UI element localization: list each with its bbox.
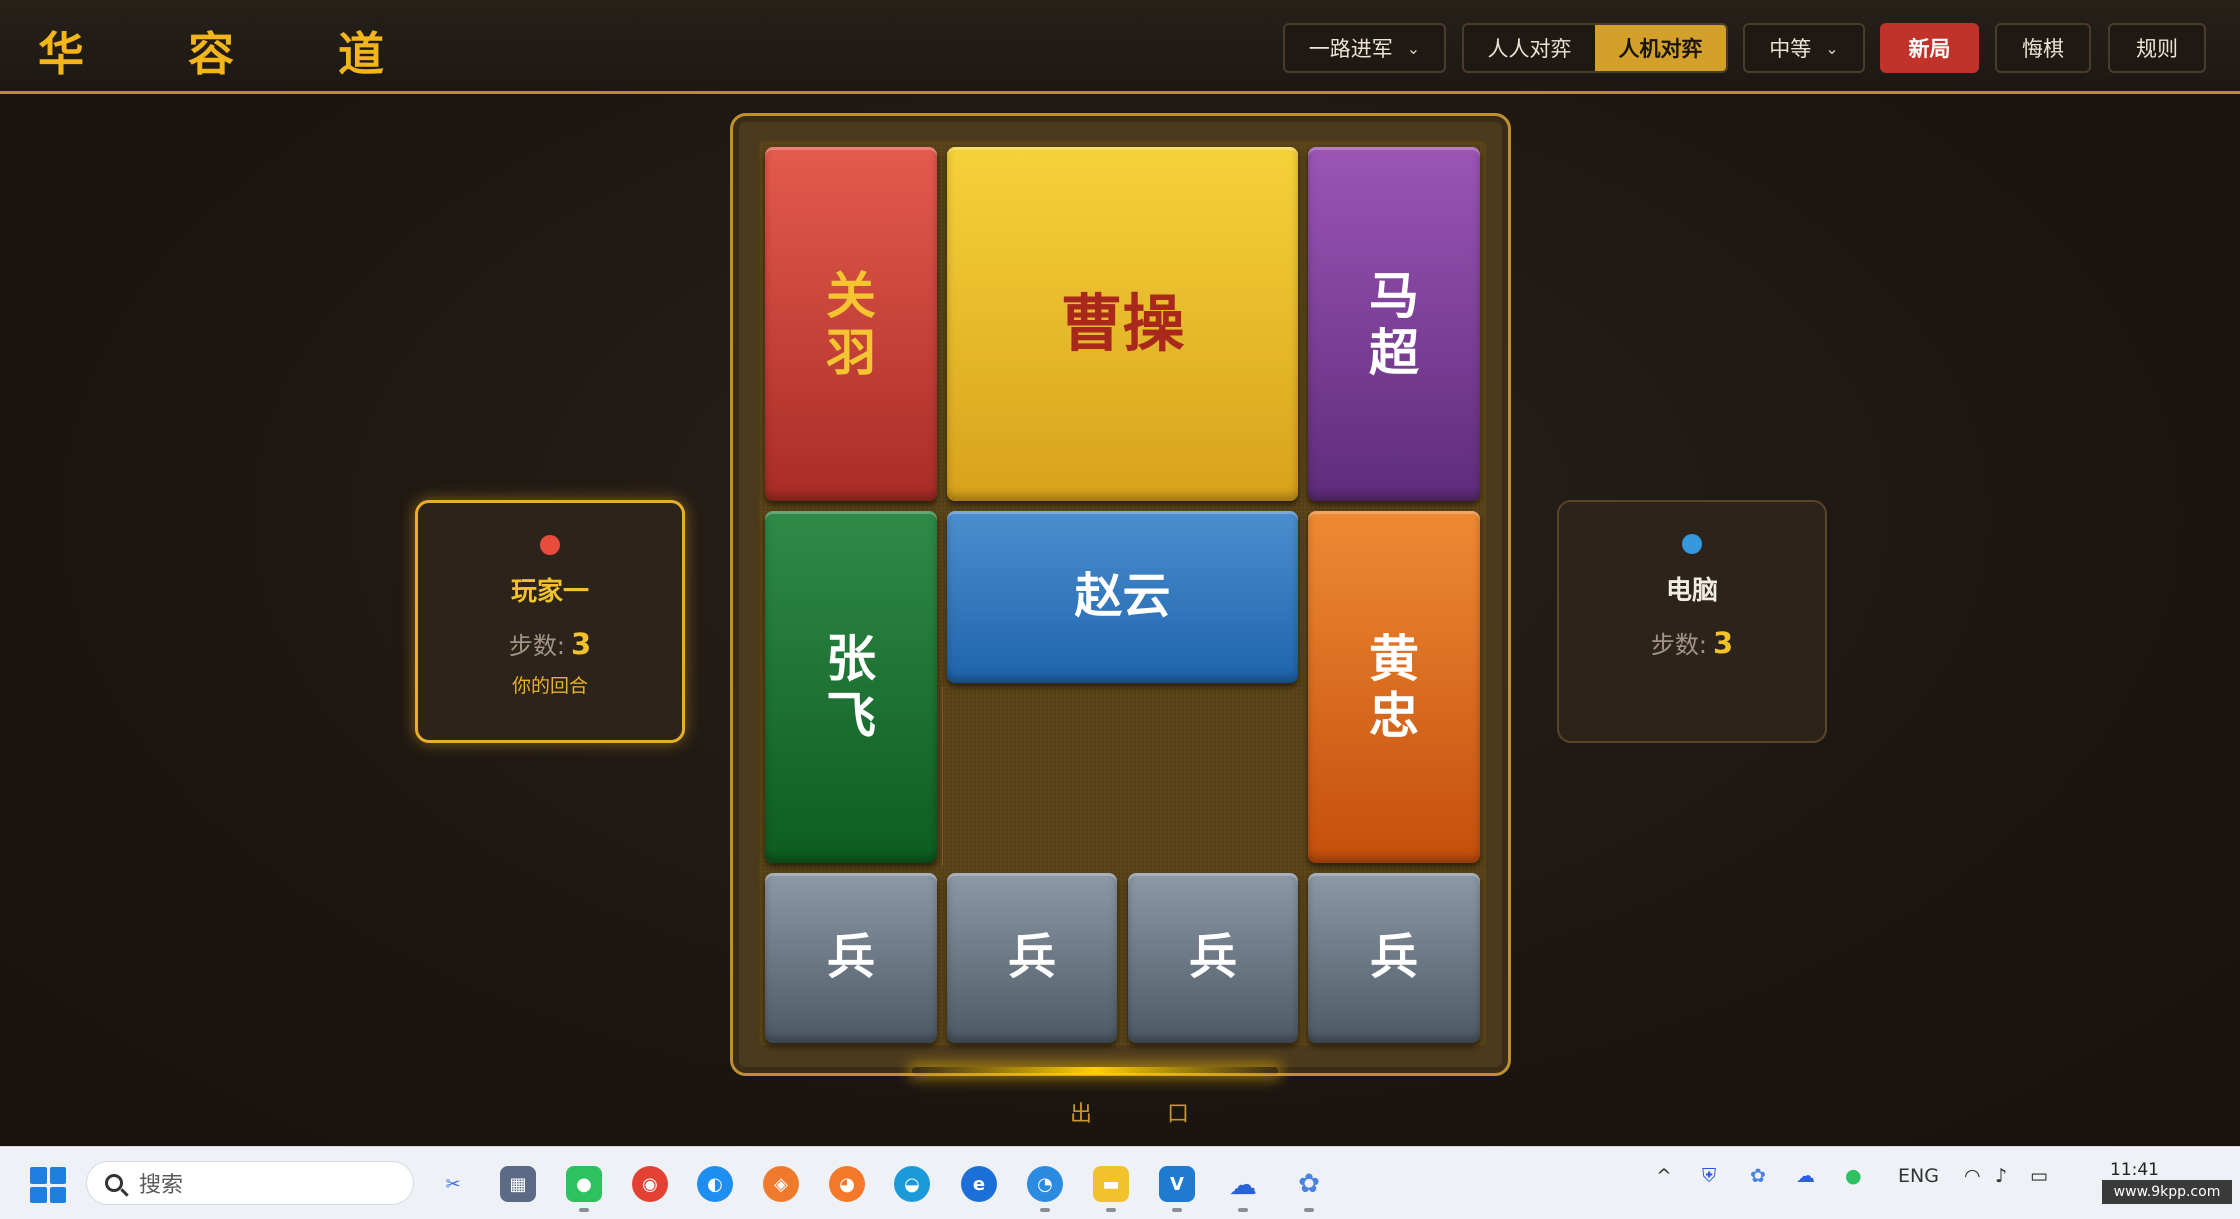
cloud-icon[interactable]: ☁ — [1225, 1166, 1261, 1202]
piece-label: 兵 — [1369, 929, 1418, 986]
volume-icon[interactable]: ♪ — [1995, 1165, 2007, 1187]
running-indicator — [579, 1208, 589, 1212]
difficulty-select-value: 中等 — [1769, 37, 1812, 61]
exit-marker — [912, 1067, 1278, 1075]
language-indicator[interactable]: ENG — [1898, 1165, 1939, 1187]
difficulty-select[interactable]: 中等 ⌄ — [1743, 23, 1865, 73]
search-icon — [105, 1174, 123, 1192]
onedrive-icon[interactable]: ☁ — [1796, 1165, 1815, 1187]
piece-label: 黄忠 — [1369, 628, 1419, 745]
app-window: 华 容 道 一路进军 ⌄ 人人对弈 人机对弈 中等 ⌄ 新局 悔棋 规则 玩家一… — [0, 0, 2240, 1146]
firefox-icon[interactable]: ◕ — [829, 1166, 865, 1202]
app-logo: 华 容 道 — [38, 27, 429, 81]
wechat-icon[interactable]: ● — [566, 1166, 602, 1202]
wifi-icon[interactable]: ◠ — [1964, 1165, 1981, 1187]
header-bar: 华 容 道 一路进军 ⌄ 人人对弈 人机对弈 中等 ⌄ 新局 悔棋 规则 — [0, 0, 2240, 94]
wechat-tray-icon[interactable]: ● — [1845, 1165, 1862, 1187]
exit-label: 出 口 — [1070, 1102, 1223, 1127]
turn-indicator: 你的回合 — [511, 675, 588, 697]
player-one-card: 玩家一 步数: 3 你的回合 — [415, 500, 685, 743]
piece-label: 马超 — [1369, 265, 1419, 382]
chevron-up-icon[interactable]: ^ — [1656, 1165, 1672, 1187]
piece-soldier-2[interactable]: 兵 — [947, 873, 1117, 1043]
computer-name: 电脑 — [1665, 576, 1718, 606]
tray-app-icon[interactable]: ✿ — [1750, 1165, 1766, 1187]
mode-pvp-button[interactable]: 人人对弈 — [1464, 25, 1595, 71]
piece-zhangfei[interactable]: 张飞 — [765, 511, 937, 863]
piece-soldier-3[interactable]: 兵 — [1128, 873, 1298, 1043]
edge-icon[interactable]: ◒ — [894, 1166, 930, 1202]
piece-label: 兵 — [826, 929, 875, 986]
running-indicator — [1172, 1208, 1182, 1212]
qq-browser-icon[interactable]: ◐ — [697, 1166, 733, 1202]
running-indicator — [1106, 1208, 1116, 1212]
computer-indicator — [1682, 534, 1702, 554]
computer-card: 电脑 步数: 3 — [1557, 500, 1827, 743]
piece-soldier-1[interactable]: 兵 — [765, 873, 937, 1043]
piece-label: 赵云 — [1074, 568, 1171, 625]
chevron-down-icon: ⌄ — [1825, 38, 1839, 58]
taskbar: 搜索 ✂ ▦ ● ◉ ◐ ◈ ◕ ◒ e ◔ ▬ V ☁ ✿ ^ ⛨ ✿ ☁ ●… — [0, 1146, 2240, 1219]
piece-machao[interactable]: 马超 — [1308, 147, 1480, 501]
undo-button[interactable]: 悔棋 — [1995, 23, 2091, 73]
piece-label: 兵 — [1007, 929, 1056, 986]
windows-start-icon[interactable] — [30, 1167, 66, 1203]
level-select[interactable]: 一路进军 ⌄ — [1283, 23, 1446, 73]
vscode-like-icon[interactable]: V — [1159, 1166, 1195, 1202]
piece-label: 曹操 — [1060, 287, 1185, 361]
browser-icon[interactable]: ◔ — [1027, 1166, 1063, 1202]
watermark: www.9kpp.com — [2102, 1180, 2232, 1204]
game-board: 关羽 曹操 马超 张飞 赵云 黄忠 兵 兵 兵 兵 — [730, 113, 1511, 1076]
mode-pve-button[interactable]: 人机对弈 — [1595, 25, 1726, 71]
battery-icon[interactable]: ▭ — [2030, 1165, 2048, 1187]
piece-label: 兵 — [1188, 929, 1237, 986]
security-icon[interactable]: ⛨ — [1702, 1165, 1716, 1187]
clock-time: 11:41 — [2110, 1160, 2159, 1180]
piece-zhaoyun[interactable]: 赵云 — [947, 511, 1298, 683]
board-grid: 关羽 曹操 马超 张飞 赵云 黄忠 兵 兵 兵 兵 — [759, 141, 1486, 1046]
running-indicator — [1304, 1208, 1314, 1212]
chrome-icon[interactable]: ◉ — [632, 1166, 668, 1202]
piece-huangzhong[interactable]: 黄忠 — [1308, 511, 1480, 863]
empty-cell-divider — [942, 686, 943, 866]
player-one-steps: 步数: 3 — [508, 627, 592, 661]
level-select-value: 一路进军 — [1308, 37, 1393, 61]
snipping-tool-icon[interactable]: ✂ — [435, 1166, 471, 1202]
player-one-indicator — [540, 535, 560, 555]
piece-label: 关羽 — [826, 265, 876, 382]
mode-toggle: 人人对弈 人机对弈 — [1462, 23, 1728, 73]
player-one-name: 玩家一 — [510, 577, 589, 607]
taskbar-search[interactable]: 搜索 — [86, 1161, 414, 1205]
app-flower-icon[interactable]: ✿ — [1291, 1166, 1327, 1202]
running-indicator — [1238, 1208, 1248, 1212]
piece-label: 张飞 — [826, 628, 876, 745]
piece-guanyu[interactable]: 关羽 — [765, 147, 937, 501]
chevron-down-icon: ⌄ — [1406, 38, 1421, 58]
running-indicator — [1040, 1208, 1050, 1212]
piece-soldier-4[interactable]: 兵 — [1308, 873, 1480, 1043]
computer-steps: 步数: 3 — [1650, 626, 1734, 660]
calculator-icon[interactable]: ▦ — [500, 1166, 536, 1202]
piece-caocao[interactable]: 曹操 — [947, 147, 1298, 501]
ie-icon[interactable]: e — [961, 1166, 997, 1202]
search-placeholder: 搜索 — [139, 1173, 184, 1198]
app-orange-icon[interactable]: ◈ — [763, 1166, 799, 1202]
file-explorer-icon[interactable]: ▬ — [1093, 1166, 1129, 1202]
rules-button[interactable]: 规则 — [2108, 23, 2206, 73]
new-game-button[interactable]: 新局 — [1880, 23, 1979, 73]
